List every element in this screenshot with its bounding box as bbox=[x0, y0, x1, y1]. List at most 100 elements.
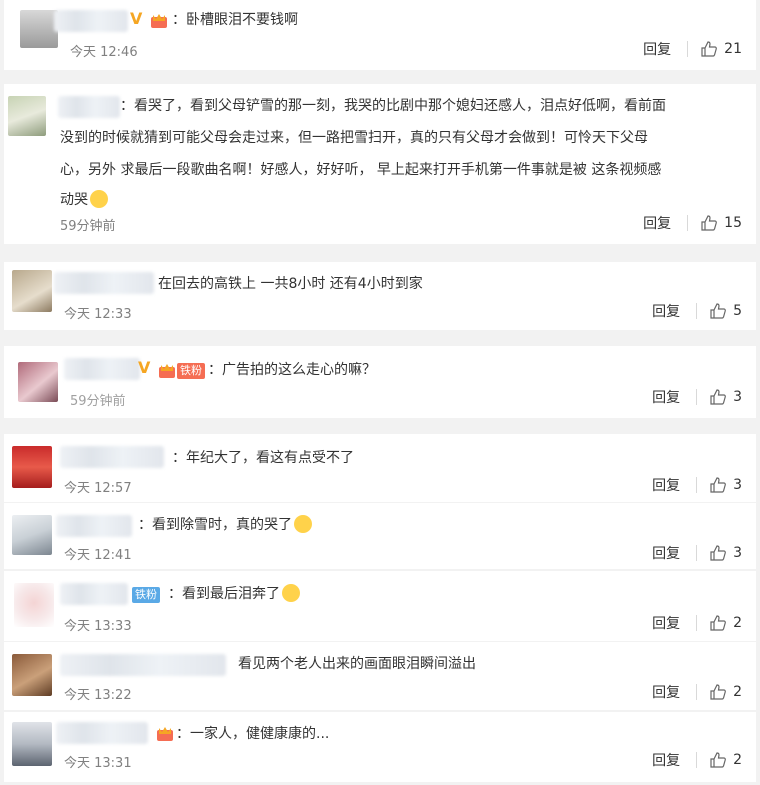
like-count: 2 bbox=[733, 752, 742, 768]
crying-face-emoji-icon bbox=[294, 515, 312, 533]
comment-actions: 回复 2 bbox=[652, 749, 742, 771]
reply-button[interactable]: 回复 bbox=[652, 475, 680, 495]
crown-icon bbox=[159, 364, 175, 378]
comment-text: ：卧槽眼泪不要钱啊 bbox=[172, 12, 298, 28]
username-redacted[interactable] bbox=[64, 358, 140, 380]
like-button[interactable]: 2 bbox=[709, 751, 742, 769]
comment-text-line: 心，另外 求最后一段歌曲名啊！好感人，好好听， 早上起来打开手机第一件事就是被 … bbox=[60, 162, 662, 178]
comment-text-segment: ：看到最后泪奔了 bbox=[168, 586, 280, 602]
username-redacted[interactable] bbox=[60, 583, 128, 605]
avatar[interactable] bbox=[12, 515, 52, 555]
comment-text: ：看到最后泪奔了 bbox=[168, 584, 300, 604]
comment-item: V 铁粉 ：广告拍的这么走心的嘛？ 59分钟前 回复 3 bbox=[4, 346, 756, 418]
like-button[interactable]: 2 bbox=[709, 614, 742, 632]
thumbs-up-icon bbox=[710, 615, 726, 631]
reply-button[interactable]: 回复 bbox=[652, 750, 680, 770]
reply-button[interactable]: 回复 bbox=[652, 301, 680, 321]
avatar[interactable] bbox=[12, 270, 52, 312]
comment-item: V ：卧槽眼泪不要钱啊 今天 12:46 回复 21 bbox=[4, 0, 756, 70]
avatar[interactable] bbox=[12, 654, 52, 696]
comment-text: 在回去的高铁上 一共8小时 还有4小时到家 bbox=[158, 276, 423, 292]
comment-text: ：年纪大了，看这有点受不了 bbox=[172, 450, 354, 466]
avatar[interactable] bbox=[12, 722, 52, 766]
divider bbox=[696, 545, 698, 561]
timestamp: 今天 13:22 bbox=[64, 688, 132, 703]
like-count: 2 bbox=[733, 615, 742, 631]
comment-actions: 回复 3 bbox=[652, 542, 742, 564]
crown-icon bbox=[151, 14, 167, 28]
comment-text: ：广告拍的这么走心的嘛？ bbox=[208, 362, 376, 378]
avatar[interactable] bbox=[12, 446, 52, 488]
like-count: 3 bbox=[733, 545, 742, 561]
like-count: 21 bbox=[724, 41, 742, 57]
divider bbox=[696, 684, 698, 700]
comment-text-segment: ：看到除雪时，真的哭了 bbox=[138, 517, 292, 533]
thumbs-up-icon bbox=[710, 545, 726, 561]
like-count: 3 bbox=[733, 477, 742, 493]
comment-text: ：一家人，健健康康的... bbox=[176, 726, 330, 742]
like-button[interactable]: 5 bbox=[709, 302, 742, 320]
reply-button[interactable]: 回复 bbox=[652, 682, 680, 702]
like-button[interactable]: 2 bbox=[709, 683, 742, 701]
comment-text: 看见两个老人出来的画面眼泪瞬间溢出 bbox=[238, 656, 476, 672]
like-button[interactable]: 3 bbox=[709, 544, 742, 562]
timestamp: 59分钟前 bbox=[70, 394, 126, 409]
comment-item: 在回去的高铁上 一共8小时 还有4小时到家 今天 12:33 回复 5 bbox=[4, 262, 756, 330]
reply-button[interactable]: 回复 bbox=[643, 39, 671, 59]
crying-emoji-icon bbox=[90, 190, 108, 208]
like-count: 2 bbox=[733, 684, 742, 700]
reply-button[interactable]: 回复 bbox=[643, 213, 671, 233]
comment-text-line: ：看哭了，看到父母铲雪的那一刻，我哭的比剧中那个媳妇还感人，泪点好低啊，看前面 bbox=[120, 98, 666, 114]
timestamp: 今天 13:31 bbox=[64, 756, 132, 771]
like-button[interactable]: 21 bbox=[700, 40, 742, 58]
comment-item: ：看哭了，看到父母铲雪的那一刻，我哭的比剧中那个媳妇还感人，泪点好低啊，看前面 … bbox=[4, 84, 756, 244]
timestamp: 59分钟前 bbox=[60, 219, 116, 234]
username-redacted[interactable] bbox=[60, 654, 226, 676]
comment-actions: 回复 2 bbox=[652, 612, 742, 634]
username-redacted[interactable] bbox=[54, 10, 128, 32]
divider bbox=[696, 477, 698, 493]
comment-actions: 回复 5 bbox=[652, 300, 742, 322]
avatar[interactable] bbox=[20, 10, 58, 48]
comment-text-line: 动哭 bbox=[60, 190, 108, 210]
crown-icon bbox=[157, 727, 173, 741]
like-count: 15 bbox=[724, 215, 742, 231]
comment-item: 铁粉 ：看到最后泪奔了 今天 13:33 回复 2 bbox=[4, 571, 756, 641]
comment-text: ：看到除雪时，真的哭了 bbox=[138, 515, 312, 535]
username-redacted[interactable] bbox=[56, 722, 148, 744]
fan-badge[interactable]: 铁粉 bbox=[177, 363, 205, 379]
username-redacted[interactable] bbox=[60, 446, 164, 468]
thumbs-up-icon bbox=[701, 41, 718, 57]
reply-button[interactable]: 回复 bbox=[652, 543, 680, 563]
username-redacted[interactable] bbox=[54, 272, 154, 294]
like-button[interactable]: 3 bbox=[709, 476, 742, 494]
timestamp: 今天 13:33 bbox=[64, 619, 132, 634]
thumbs-up-icon bbox=[710, 477, 726, 493]
comment-item: 看见两个老人出来的画面眼泪瞬间溢出 今天 13:22 回复 2 bbox=[4, 642, 756, 710]
thumbs-up-icon bbox=[710, 752, 726, 768]
comment-item: ：看到除雪时，真的哭了 今天 12:41 回复 3 bbox=[4, 503, 756, 569]
like-button[interactable]: 3 bbox=[709, 388, 742, 406]
timestamp: 今天 12:46 bbox=[70, 45, 138, 60]
comment-item: ：年纪大了，看这有点受不了 今天 12:57 回复 3 bbox=[4, 434, 756, 502]
avatar[interactable] bbox=[18, 362, 58, 402]
thumbs-up-icon bbox=[710, 684, 726, 700]
comment-actions: 回复 3 bbox=[652, 474, 742, 496]
divider bbox=[696, 615, 698, 631]
reply-button[interactable]: 回复 bbox=[652, 613, 680, 633]
like-count: 3 bbox=[733, 389, 742, 405]
like-button[interactable]: 15 bbox=[700, 214, 742, 232]
avatar[interactable] bbox=[8, 96, 46, 136]
divider bbox=[696, 389, 698, 405]
fan-badge[interactable]: 铁粉 bbox=[132, 587, 160, 603]
comment-actions: 回复 2 bbox=[652, 681, 742, 703]
username-redacted[interactable] bbox=[56, 515, 132, 537]
comment-actions: 回复 15 bbox=[643, 212, 742, 234]
avatar[interactable] bbox=[14, 583, 54, 627]
comment-text-line: 没到的时候就猜到可能父母会走过来，但一路把雪扫开，真的只有父母才会做到！可怜天下… bbox=[60, 130, 648, 146]
thumbs-up-icon bbox=[710, 303, 726, 319]
username-redacted[interactable] bbox=[58, 96, 120, 118]
comment-item: ：一家人，健健康康的... 今天 13:31 回复 2 bbox=[4, 712, 756, 782]
timestamp: 今天 12:41 bbox=[64, 548, 132, 563]
reply-button[interactable]: 回复 bbox=[652, 387, 680, 407]
